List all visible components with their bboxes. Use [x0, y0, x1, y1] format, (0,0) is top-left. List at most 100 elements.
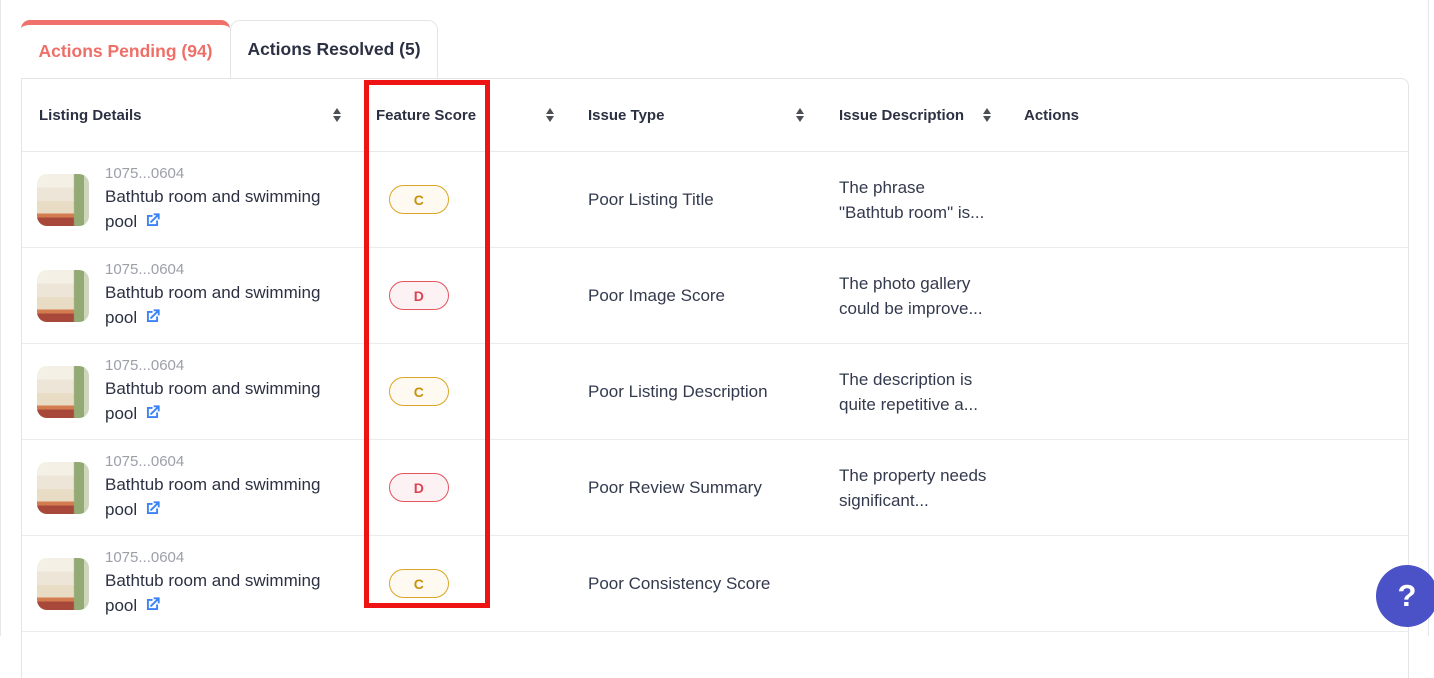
issue-type-cell: Poor Image Score [576, 248, 826, 343]
issue-description-text: The phrase "Bathtub room" is... [839, 177, 985, 222]
tab-actions-resolved-label: Actions Resolved (5) [247, 39, 421, 59]
tab-actions-pending[interactable]: Actions Pending (94) [21, 20, 230, 78]
listing-id: 1075...0604 [105, 260, 185, 278]
issue-description-cell: The photo gallery could be improve... [826, 248, 1011, 343]
sort-arrows-icon[interactable] [981, 106, 993, 124]
sort-up-icon [796, 108, 804, 114]
issue-description-cell: The description is quite repetitive a... [826, 344, 1011, 439]
feature-score-cell: C [365, 344, 576, 439]
column-header: Issue Type [576, 79, 826, 151]
actions-cell [1011, 536, 1408, 631]
table-row: 1075...0604 Bathtub room and swimming po… [22, 344, 1408, 440]
listing-id: 1075...0604 [105, 548, 185, 566]
sort-down-icon [796, 116, 804, 122]
external-link-icon[interactable] [143, 403, 162, 429]
listing-info: 1075...0604 Bathtub room and swimming po… [105, 547, 320, 621]
sort-down-icon [546, 116, 554, 122]
actions-table: Listing Details Feature Score Issue Type… [21, 78, 1409, 678]
feature-score-badge: D [389, 281, 449, 310]
issue-type-text: Poor Consistency Score [588, 573, 771, 593]
listing-info: 1075...0604 Bathtub room and swimming po… [105, 451, 320, 525]
listing-title: Bathtub room and swimming pool [105, 376, 320, 429]
listing-title: Bathtub room and swimming pool [105, 568, 320, 621]
sort-up-icon [546, 108, 554, 114]
issue-description-cell [826, 536, 1011, 631]
listing-id: 1075...0604 [105, 356, 185, 374]
issue-type-text: Poor Image Score [588, 285, 726, 305]
tab-bar: Actions Pending (94) Actions Resolved (5… [21, 20, 438, 78]
listing-details-cell: 1075...0604 Bathtub room and swimming po… [22, 152, 365, 247]
listing-thumbnail [37, 557, 89, 610]
issue-description-text: The description is quite repetitive a... [839, 369, 978, 414]
column-header: Listing Details [22, 79, 365, 151]
feature-score-badge: C [389, 185, 449, 214]
tab-actions-pending-label: Actions Pending (94) [38, 41, 213, 61]
table-body: 1075...0604 Bathtub room and swimming po… [22, 152, 1408, 632]
sort-arrows-icon[interactable] [794, 106, 806, 124]
external-link-icon[interactable] [143, 499, 162, 525]
listing-details-cell: 1075...0604 Bathtub room and swimming po… [22, 344, 365, 439]
page-right-border [1428, 0, 1429, 636]
feature-score-badge: C [389, 569, 449, 598]
actions-cell [1011, 152, 1408, 247]
table-header-row: Listing Details Feature Score Issue Type… [22, 79, 1408, 152]
column-header: Issue Description [826, 79, 1011, 151]
actions-cell [1011, 248, 1408, 343]
external-link-icon[interactable] [143, 307, 162, 333]
issue-type-text: Poor Review Summary [588, 477, 762, 497]
listing-title: Bathtub room and swimming pool [105, 472, 320, 525]
external-link-icon[interactable] [143, 211, 162, 237]
listing-id: 1075...0604 [105, 452, 185, 470]
issue-type-cell: Poor Review Summary [576, 440, 826, 535]
issue-description-cell: The phrase "Bathtub room" is... [826, 152, 1011, 247]
page-left-border [0, 0, 1, 636]
feature-score-badge: D [389, 473, 449, 502]
sort-down-icon [333, 116, 341, 122]
listing-thumbnail [37, 461, 89, 514]
table-row: 1075...0604 Bathtub room and swimming po… [22, 248, 1408, 344]
listing-thumbnail [37, 269, 89, 322]
listing-details-cell: 1075...0604 Bathtub room and swimming po… [22, 536, 365, 631]
issue-type-text: Poor Listing Description [588, 381, 768, 401]
column-header-label: Listing Details [39, 106, 142, 124]
tab-actions-resolved[interactable]: Actions Resolved (5) [230, 20, 438, 78]
actions-cell [1011, 344, 1408, 439]
listing-title: Bathtub room and swimming pool [105, 184, 320, 237]
feature-score-cell: D [365, 248, 576, 343]
column-header-label: Actions [1024, 106, 1080, 124]
issue-description-text: The photo gallery could be improve... [839, 273, 983, 318]
listing-info: 1075...0604 Bathtub room and swimming po… [105, 259, 320, 333]
column-header: Actions [1011, 79, 1408, 151]
feature-score-cell: C [365, 152, 576, 247]
sort-up-icon [983, 108, 991, 114]
sort-arrows-icon[interactable] [331, 106, 343, 124]
issue-description-text: The property needs significant... [839, 465, 987, 510]
feature-score-badge: C [389, 377, 449, 406]
help-button[interactable]: ? [1376, 565, 1434, 627]
table-row: 1075...0604 Bathtub room and swimming po… [22, 440, 1408, 536]
column-header-label: Feature Score [376, 106, 477, 124]
column-header-label: Issue Type [588, 106, 665, 124]
issue-type-text: Poor Listing Title [588, 189, 714, 209]
table-row: 1075...0604 Bathtub room and swimming po… [22, 536, 1408, 632]
listing-thumbnail [37, 365, 89, 418]
question-mark-icon: ? [1397, 578, 1417, 613]
column-header-label: Issue Description [839, 106, 965, 124]
table-row: 1075...0604 Bathtub room and swimming po… [22, 152, 1408, 248]
listing-details-cell: 1075...0604 Bathtub room and swimming po… [22, 440, 365, 535]
actions-cell [1011, 440, 1408, 535]
listing-details-cell: 1075...0604 Bathtub room and swimming po… [22, 248, 365, 343]
external-link-icon[interactable] [143, 595, 162, 621]
listing-title: Bathtub room and swimming pool [105, 280, 320, 333]
feature-score-cell: D [365, 440, 576, 535]
feature-score-cell: C [365, 536, 576, 631]
listing-id: 1075...0604 [105, 164, 185, 182]
sort-arrows-icon[interactable] [544, 106, 556, 124]
column-header: Feature Score [365, 79, 576, 151]
issue-type-cell: Poor Listing Title [576, 152, 826, 247]
issue-description-cell: The property needs significant... [826, 440, 1011, 535]
listing-info: 1075...0604 Bathtub room and swimming po… [105, 355, 320, 429]
listing-info: 1075...0604 Bathtub room and swimming po… [105, 163, 320, 237]
sort-up-icon [333, 108, 341, 114]
sort-down-icon [983, 116, 991, 122]
